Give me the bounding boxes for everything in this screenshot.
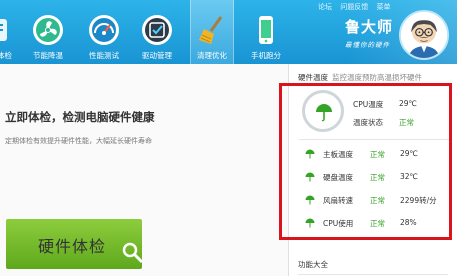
driver-icon [142,15,172,45]
nav-item-phone-bench[interactable]: 手机跑分 [246,0,286,64]
motherboard-temp-status: 正常 [370,150,385,159]
divider [299,139,449,140]
nav-label: 节能降温 [33,51,63,60]
motherboard-temp-label: 主板温度 [323,150,353,159]
brand-slogan: 最懂你的硬件 [345,41,390,49]
nav-item-checkup[interactable]: 体检 [0,0,14,64]
cpu-temp-value: 29℃ [399,99,417,108]
section-title-text: 硬件温度 [298,73,328,82]
umbrella-icon [305,149,315,159]
broom-icon [199,16,223,44]
nav-item-cooling[interactable]: 节能降温 [28,0,68,64]
disk-temp-status: 正常 [370,173,385,182]
nav-label: 驱动管理 [142,51,172,60]
nav-item-performance[interactable]: 性能测试 [84,0,124,64]
temp-state-label: 温度状态 [353,118,383,127]
fan-speed-value: 2299转/分 [400,196,437,205]
link-forum[interactable]: 论坛 [318,3,332,11]
motherboard-temp-value: 29℃ [400,149,418,158]
nav-label: 手机跑分 [251,51,281,60]
fan-icon [33,15,63,45]
nav-item-cleanup[interactable]: 清理优化 [190,0,234,64]
umbrella-icon [305,172,315,182]
cpu-temperature-dial [302,90,344,132]
speedometer-icon [89,15,119,45]
nav-label: 清理优化 [197,51,227,60]
fan-speed-status: 正常 [370,196,385,205]
main-subtitle: 定期体检有效提升硬件性能，大幅延长硬件寿命 [5,137,152,145]
umbrella-icon [305,195,315,205]
brand: 鲁大师 最懂你的硬件 [345,16,393,49]
nav-item-drivers[interactable]: 驱动管理 [137,0,177,64]
hardware-check-label: 硬件体检 [38,237,107,256]
cpu-usage-value: 28% [400,218,417,227]
magnifier-icon [122,242,144,264]
main-title: 立即体检，检测电脑硬件健康 [5,110,155,124]
top-links: 论坛 问题反馈 菜单 [318,2,396,12]
cpu-usage-label: CPU使用 [323,219,354,228]
link-menu[interactable]: 菜单 [376,3,390,11]
phone-icon [259,16,273,44]
nav-label: 体检 [0,51,12,60]
section-title: 硬件温度 监控温度预防高温损坏硬件 [298,72,422,83]
functions-title: 功能大全 [298,260,328,269]
umbrella-icon [316,104,332,122]
nav-label: 性能测试 [89,51,119,60]
section-tagline: 监控温度预防高温损坏硬件 [332,73,422,82]
cpu-temp-label: CPU温度 [353,100,384,109]
brand-name: 鲁大师 [345,18,394,36]
top-toolbar: 体检 节能降温 性能测试 驱动管理 清理优化 手机跑分 论坛 问题反馈 菜单 鲁… [0,0,457,64]
disk-temp-label: 硬盘温度 [323,173,353,182]
hardware-check-button[interactable]: 硬件体检 [6,219,144,269]
cpu-usage-status: 正常 [370,219,385,228]
mascot-avatar [399,10,449,60]
link-feedback[interactable]: 问题反馈 [340,3,368,11]
temp-state-value: 正常 [399,118,414,127]
mascot-icon [401,12,447,58]
fan-speed-label: 风扇转速 [323,196,353,205]
disk-temp-value: 32℃ [400,172,418,181]
umbrella-icon [305,218,315,228]
checkup-icon [0,19,7,41]
divider [298,274,448,275]
